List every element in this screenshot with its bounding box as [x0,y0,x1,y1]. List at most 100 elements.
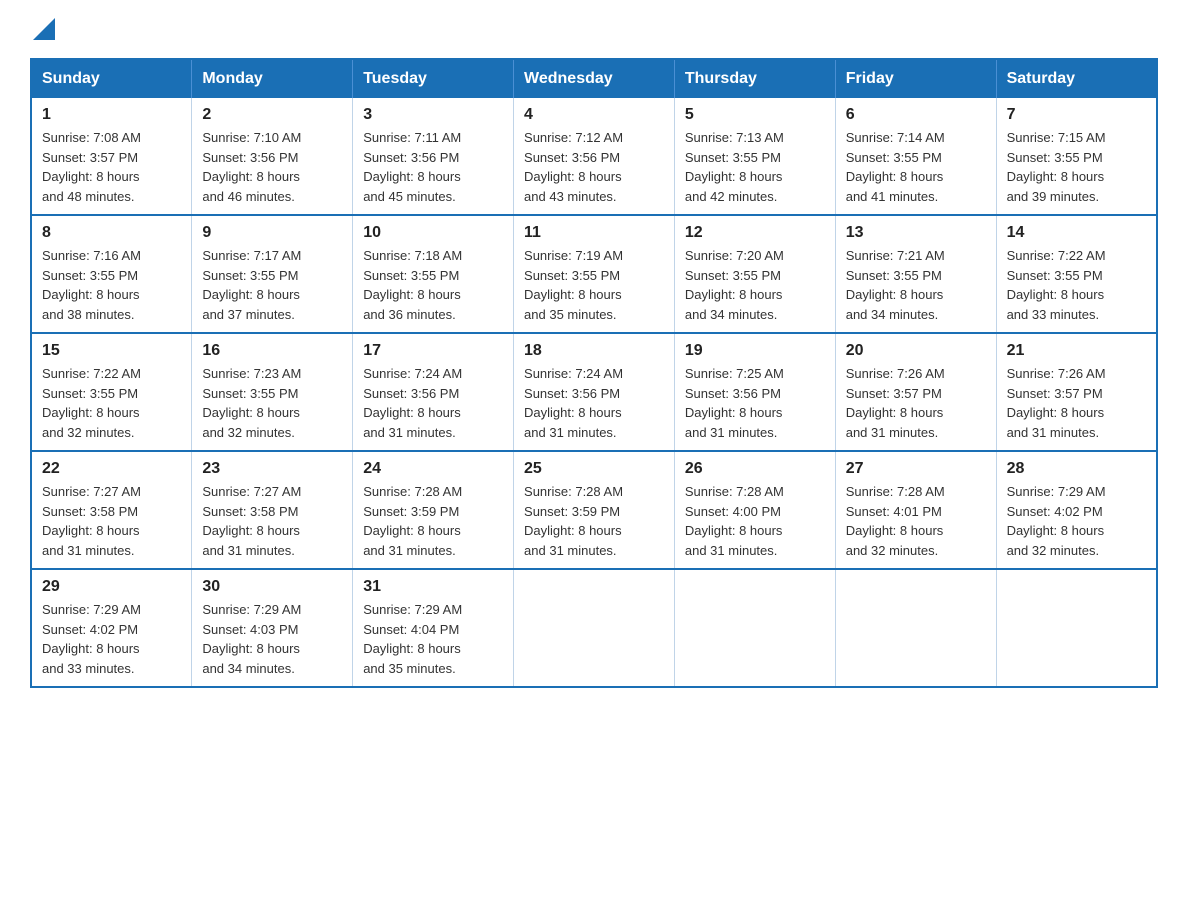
day-number: 2 [202,106,342,124]
day-info: Sunrise: 7:24 AMSunset: 3:56 PMDaylight:… [363,364,503,442]
day-number: 30 [202,578,342,596]
calendar-cell: 15 Sunrise: 7:22 AMSunset: 3:55 PMDaylig… [31,333,192,451]
day-number: 23 [202,460,342,478]
day-number: 18 [524,342,664,360]
day-info: Sunrise: 7:13 AMSunset: 3:55 PMDaylight:… [685,128,825,206]
day-number: 12 [685,224,825,242]
calendar-cell: 16 Sunrise: 7:23 AMSunset: 3:55 PMDaylig… [192,333,353,451]
weekday-header-friday: Friday [835,59,996,98]
day-number: 3 [363,106,503,124]
day-number: 6 [846,106,986,124]
day-number: 24 [363,460,503,478]
calendar-body: 1 Sunrise: 7:08 AMSunset: 3:57 PMDayligh… [31,98,1157,687]
day-info: Sunrise: 7:26 AMSunset: 3:57 PMDaylight:… [1007,364,1146,442]
calendar-cell: 12 Sunrise: 7:20 AMSunset: 3:55 PMDaylig… [674,215,835,333]
day-number: 29 [42,578,181,596]
calendar-cell: 30 Sunrise: 7:29 AMSunset: 4:03 PMDaylig… [192,569,353,687]
calendar-cell: 8 Sunrise: 7:16 AMSunset: 3:55 PMDayligh… [31,215,192,333]
day-info: Sunrise: 7:10 AMSunset: 3:56 PMDaylight:… [202,128,342,206]
day-number: 10 [363,224,503,242]
day-number: 31 [363,578,503,596]
weekday-header-monday: Monday [192,59,353,98]
calendar-cell: 10 Sunrise: 7:18 AMSunset: 3:55 PMDaylig… [353,215,514,333]
day-number: 14 [1007,224,1146,242]
weekday-header-sunday: Sunday [31,59,192,98]
calendar-cell: 6 Sunrise: 7:14 AMSunset: 3:55 PMDayligh… [835,98,996,215]
day-number: 15 [42,342,181,360]
day-number: 25 [524,460,664,478]
calendar-cell: 2 Sunrise: 7:10 AMSunset: 3:56 PMDayligh… [192,98,353,215]
calendar-cell: 22 Sunrise: 7:27 AMSunset: 3:58 PMDaylig… [31,451,192,569]
calendar-cell: 24 Sunrise: 7:28 AMSunset: 3:59 PMDaylig… [353,451,514,569]
calendar-cell: 5 Sunrise: 7:13 AMSunset: 3:55 PMDayligh… [674,98,835,215]
calendar-cell: 7 Sunrise: 7:15 AMSunset: 3:55 PMDayligh… [996,98,1157,215]
day-info: Sunrise: 7:26 AMSunset: 3:57 PMDaylight:… [846,364,986,442]
calendar-table: SundayMondayTuesdayWednesdayThursdayFrid… [30,58,1158,688]
day-number: 27 [846,460,986,478]
day-info: Sunrise: 7:11 AMSunset: 3:56 PMDaylight:… [363,128,503,206]
day-number: 22 [42,460,181,478]
day-info: Sunrise: 7:28 AMSunset: 3:59 PMDaylight:… [524,482,664,560]
calendar-header: SundayMondayTuesdayWednesdayThursdayFrid… [31,59,1157,98]
day-info: Sunrise: 7:22 AMSunset: 3:55 PMDaylight:… [1007,246,1146,324]
calendar-cell: 9 Sunrise: 7:17 AMSunset: 3:55 PMDayligh… [192,215,353,333]
day-number: 16 [202,342,342,360]
day-info: Sunrise: 7:29 AMSunset: 4:02 PMDaylight:… [1007,482,1146,560]
day-info: Sunrise: 7:28 AMSunset: 4:01 PMDaylight:… [846,482,986,560]
day-info: Sunrise: 7:12 AMSunset: 3:56 PMDaylight:… [524,128,664,206]
calendar-cell: 23 Sunrise: 7:27 AMSunset: 3:58 PMDaylig… [192,451,353,569]
day-info: Sunrise: 7:27 AMSunset: 3:58 PMDaylight:… [202,482,342,560]
calendar-cell: 21 Sunrise: 7:26 AMSunset: 3:57 PMDaylig… [996,333,1157,451]
calendar-cell: 11 Sunrise: 7:19 AMSunset: 3:55 PMDaylig… [514,215,675,333]
logo [30,20,55,40]
calendar-week-row: 22 Sunrise: 7:27 AMSunset: 3:58 PMDaylig… [31,451,1157,569]
calendar-week-row: 29 Sunrise: 7:29 AMSunset: 4:02 PMDaylig… [31,569,1157,687]
day-info: Sunrise: 7:19 AMSunset: 3:55 PMDaylight:… [524,246,664,324]
calendar-cell: 19 Sunrise: 7:25 AMSunset: 3:56 PMDaylig… [674,333,835,451]
calendar-cell [835,569,996,687]
calendar-cell: 28 Sunrise: 7:29 AMSunset: 4:02 PMDaylig… [996,451,1157,569]
day-number: 21 [1007,342,1146,360]
day-info: Sunrise: 7:25 AMSunset: 3:56 PMDaylight:… [685,364,825,442]
calendar-cell: 27 Sunrise: 7:28 AMSunset: 4:01 PMDaylig… [835,451,996,569]
day-info: Sunrise: 7:21 AMSunset: 3:55 PMDaylight:… [846,246,986,324]
weekday-header-tuesday: Tuesday [353,59,514,98]
calendar-cell: 18 Sunrise: 7:24 AMSunset: 3:56 PMDaylig… [514,333,675,451]
weekday-header-saturday: Saturday [996,59,1157,98]
calendar-week-row: 15 Sunrise: 7:22 AMSunset: 3:55 PMDaylig… [31,333,1157,451]
day-number: 9 [202,224,342,242]
calendar-cell [514,569,675,687]
calendar-cell [674,569,835,687]
day-number: 8 [42,224,181,242]
day-info: Sunrise: 7:29 AMSunset: 4:03 PMDaylight:… [202,600,342,678]
calendar-cell: 1 Sunrise: 7:08 AMSunset: 3:57 PMDayligh… [31,98,192,215]
page-header [30,20,1158,40]
day-number: 13 [846,224,986,242]
day-info: Sunrise: 7:28 AMSunset: 3:59 PMDaylight:… [363,482,503,560]
weekday-header-wednesday: Wednesday [514,59,675,98]
calendar-week-row: 8 Sunrise: 7:16 AMSunset: 3:55 PMDayligh… [31,215,1157,333]
day-info: Sunrise: 7:20 AMSunset: 3:55 PMDaylight:… [685,246,825,324]
day-number: 5 [685,106,825,124]
day-info: Sunrise: 7:18 AMSunset: 3:55 PMDaylight:… [363,246,503,324]
calendar-cell: 17 Sunrise: 7:24 AMSunset: 3:56 PMDaylig… [353,333,514,451]
day-number: 7 [1007,106,1146,124]
logo-triangle-icon [33,18,55,40]
day-number: 19 [685,342,825,360]
day-info: Sunrise: 7:29 AMSunset: 4:04 PMDaylight:… [363,600,503,678]
day-info: Sunrise: 7:23 AMSunset: 3:55 PMDaylight:… [202,364,342,442]
weekday-row: SundayMondayTuesdayWednesdayThursdayFrid… [31,59,1157,98]
day-info: Sunrise: 7:15 AMSunset: 3:55 PMDaylight:… [1007,128,1146,206]
day-number: 20 [846,342,986,360]
day-number: 1 [42,106,181,124]
day-info: Sunrise: 7:16 AMSunset: 3:55 PMDaylight:… [42,246,181,324]
day-info: Sunrise: 7:28 AMSunset: 4:00 PMDaylight:… [685,482,825,560]
day-info: Sunrise: 7:27 AMSunset: 3:58 PMDaylight:… [42,482,181,560]
day-number: 26 [685,460,825,478]
calendar-cell: 20 Sunrise: 7:26 AMSunset: 3:57 PMDaylig… [835,333,996,451]
calendar-cell: 4 Sunrise: 7:12 AMSunset: 3:56 PMDayligh… [514,98,675,215]
day-number: 11 [524,224,664,242]
calendar-cell: 3 Sunrise: 7:11 AMSunset: 3:56 PMDayligh… [353,98,514,215]
day-info: Sunrise: 7:17 AMSunset: 3:55 PMDaylight:… [202,246,342,324]
calendar-week-row: 1 Sunrise: 7:08 AMSunset: 3:57 PMDayligh… [31,98,1157,215]
